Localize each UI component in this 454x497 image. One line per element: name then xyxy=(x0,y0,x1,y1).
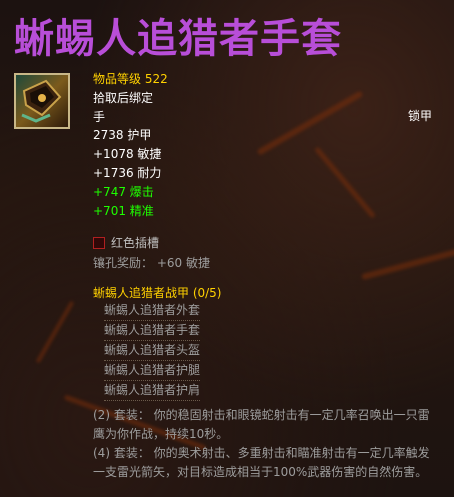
stat-stamina: +1736 耐力 xyxy=(93,165,162,180)
item-level: 物品等级 522 xyxy=(93,72,168,86)
stat-crit: +747 爆击 xyxy=(93,184,154,199)
socket-label: 红色插槽 xyxy=(111,236,160,250)
tooltip-body: 物品等级 522 拾取后绑定 手 2738 护甲 +1078 敏捷 +1736 … xyxy=(93,70,168,220)
stat-hit: +701 精准 xyxy=(93,203,154,218)
socket-row: 红色插槽 xyxy=(93,234,159,251)
set-item[interactable]: 蜥蜴人追猎者护肩 xyxy=(104,381,200,401)
socket-bonus: 镶孔奖励： +60 敏捷 xyxy=(93,256,210,270)
set-item[interactable]: 蜥蜴人追猎者头盔 xyxy=(104,341,200,361)
set-bonus-2: (2) 套装： 你的稳固射击和眼镜蛇射击有一定几率召唤出一只雷鹰为你作战，持续1… xyxy=(93,408,430,441)
set-bonus-4: (4) 套装： 你的奥术射击、多重射击和瞄准射击有一定几率触发一支雷光箭矢，对目… xyxy=(93,446,430,479)
bind-type: 拾取后绑定 xyxy=(93,90,154,105)
stat-agility: +1078 敏捷 xyxy=(93,147,162,162)
item-slot: 手 xyxy=(93,109,106,124)
set-items-list: 蜥蜴人追猎者外套 蜥蜴人追猎者手套 蜥蜴人追猎者头盔 蜥蜴人追猎者护腿 蜥蜴人追… xyxy=(104,301,200,401)
red-socket-icon xyxy=(93,236,105,249)
set-title: 蜥蜴人追猎者战甲 (0/5) xyxy=(93,286,222,300)
armor-value: 2738 护甲 xyxy=(93,128,152,143)
armor-type: 锁甲 xyxy=(408,109,433,123)
set-item[interactable]: 蜥蜴人追猎者手套 xyxy=(104,321,200,341)
gloves-icon xyxy=(14,73,70,129)
item-title: 蜥蜴人追猎者手套 xyxy=(14,16,342,62)
set-item[interactable]: 蜥蜴人追猎者外套 xyxy=(104,301,200,321)
set-item[interactable]: 蜥蜴人追猎者护腿 xyxy=(104,361,200,381)
